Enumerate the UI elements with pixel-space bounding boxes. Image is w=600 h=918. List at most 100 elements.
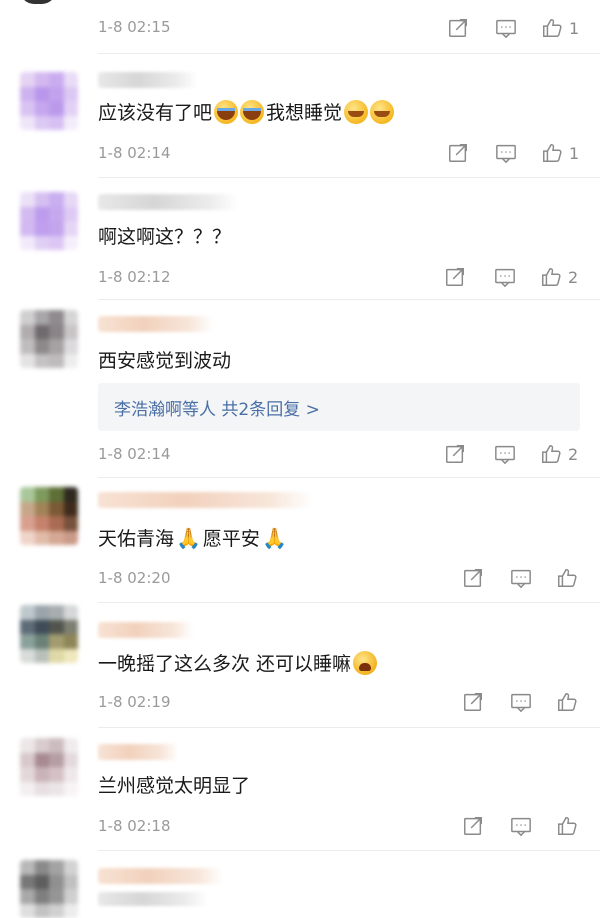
thumbs-up-icon <box>556 815 578 837</box>
sad-emoji <box>344 100 368 124</box>
avatar-tile <box>20 875 35 890</box>
share-icon <box>444 266 466 288</box>
share-icon <box>462 691 484 713</box>
avatar-tile <box>49 782 64 797</box>
avatar-tile <box>35 101 50 116</box>
avatar[interactable] <box>20 0 56 4</box>
avatar-tile <box>35 767 50 782</box>
share-icon <box>444 443 466 465</box>
avatar-tile <box>64 904 79 918</box>
share-button[interactable] <box>447 16 469 40</box>
avatar[interactable] <box>20 310 78 368</box>
praying-hands-emoji: 🙏 <box>176 528 201 548</box>
comment-button[interactable] <box>495 16 517 40</box>
avatar[interactable] <box>20 192 78 250</box>
avatar-tile <box>35 116 50 131</box>
avatar[interactable] <box>20 738 78 796</box>
like-button[interactable] <box>556 814 578 838</box>
comment-time: 1-8 02:12 <box>98 268 171 286</box>
avatar-tile <box>20 207 35 222</box>
avatar-tile <box>35 72 50 87</box>
avatar-tile <box>49 310 64 325</box>
like-button[interactable]: 2 <box>540 442 578 466</box>
avatar-tile <box>20 738 35 753</box>
comment-text: 西安感觉到波动 <box>98 346 231 373</box>
avatar-tile <box>35 875 50 890</box>
divider <box>98 602 600 603</box>
avatar-tile <box>35 782 50 797</box>
avatar-tile <box>35 207 50 222</box>
like-button[interactable]: 1 <box>541 141 579 165</box>
avatar-tile <box>64 221 79 236</box>
reply-summary-link[interactable]: 李浩瀚啊等人 共2条回复 > <box>98 383 580 431</box>
avatar-tile <box>64 531 79 546</box>
avatar-tile <box>49 325 64 340</box>
avatar[interactable] <box>20 72 78 130</box>
avatar-tile <box>20 310 35 325</box>
username[interactable] <box>98 194 238 210</box>
comment-button[interactable] <box>510 814 532 838</box>
thumbs-up-icon <box>541 142 563 164</box>
avatar-tile <box>35 649 50 664</box>
comment-button[interactable] <box>510 690 532 714</box>
avatar-tile <box>20 87 35 102</box>
thumbs-up-icon <box>540 443 562 465</box>
divider <box>98 177 600 178</box>
share-button[interactable] <box>447 141 469 165</box>
avatar[interactable] <box>20 605 78 663</box>
avatar-tile <box>20 101 35 116</box>
avatar-tile <box>64 620 79 635</box>
share-button[interactable] <box>462 566 484 590</box>
username[interactable] <box>98 622 193 638</box>
username[interactable] <box>98 868 223 884</box>
share-button[interactable] <box>462 814 484 838</box>
comment-button[interactable] <box>494 265 516 289</box>
like-button[interactable] <box>556 566 578 590</box>
avatar-tile <box>49 860 64 875</box>
like-button[interactable] <box>556 690 578 714</box>
comment-actions: 2 <box>444 442 584 466</box>
like-button[interactable]: 1 <box>541 16 579 40</box>
avatar-tile <box>49 502 64 517</box>
avatar-tile <box>20 620 35 635</box>
avatar[interactable] <box>20 860 78 918</box>
avatar[interactable] <box>20 487 78 545</box>
username[interactable] <box>98 72 198 88</box>
avatar-tile <box>64 634 79 649</box>
like-button[interactable]: 2 <box>540 265 578 289</box>
avatar-tile <box>49 339 64 354</box>
comment-time: 1-8 02:14 <box>98 144 171 162</box>
praying-hands-emoji: 🙏 <box>262 528 287 548</box>
avatar-tile <box>35 325 50 340</box>
share-button[interactable] <box>444 442 466 466</box>
avatar-tile <box>20 782 35 797</box>
comment-icon <box>510 815 532 837</box>
comment-text-main: 应该没有了吧 <box>98 98 212 125</box>
avatar-tile <box>35 531 50 546</box>
share-button[interactable] <box>444 265 466 289</box>
username[interactable] <box>98 492 313 508</box>
username[interactable] <box>98 316 213 332</box>
avatar-tile <box>20 889 35 904</box>
avatar-tile <box>64 605 79 620</box>
avatar-tile <box>49 889 64 904</box>
avatar-tile <box>35 904 50 918</box>
share-button[interactable] <box>462 690 484 714</box>
thumbs-up-icon <box>556 567 578 589</box>
avatar-tile <box>64 87 79 102</box>
comment-text-suffix: 愿平安 <box>203 524 260 551</box>
avatar-tile <box>49 605 64 620</box>
avatar-tile <box>49 620 64 635</box>
comment-button[interactable] <box>495 141 517 165</box>
comment-icon <box>494 443 516 465</box>
avatar-tile <box>49 116 64 131</box>
comment-button[interactable] <box>494 442 516 466</box>
username[interactable] <box>98 744 178 760</box>
avatar-tile <box>20 487 35 502</box>
thumbs-up-icon <box>540 266 562 288</box>
comment-button[interactable] <box>510 566 532 590</box>
avatar-tile <box>64 875 79 890</box>
comment-actions: 2 <box>444 265 584 289</box>
avatar-tile <box>35 236 50 251</box>
comment-icon <box>495 17 517 39</box>
